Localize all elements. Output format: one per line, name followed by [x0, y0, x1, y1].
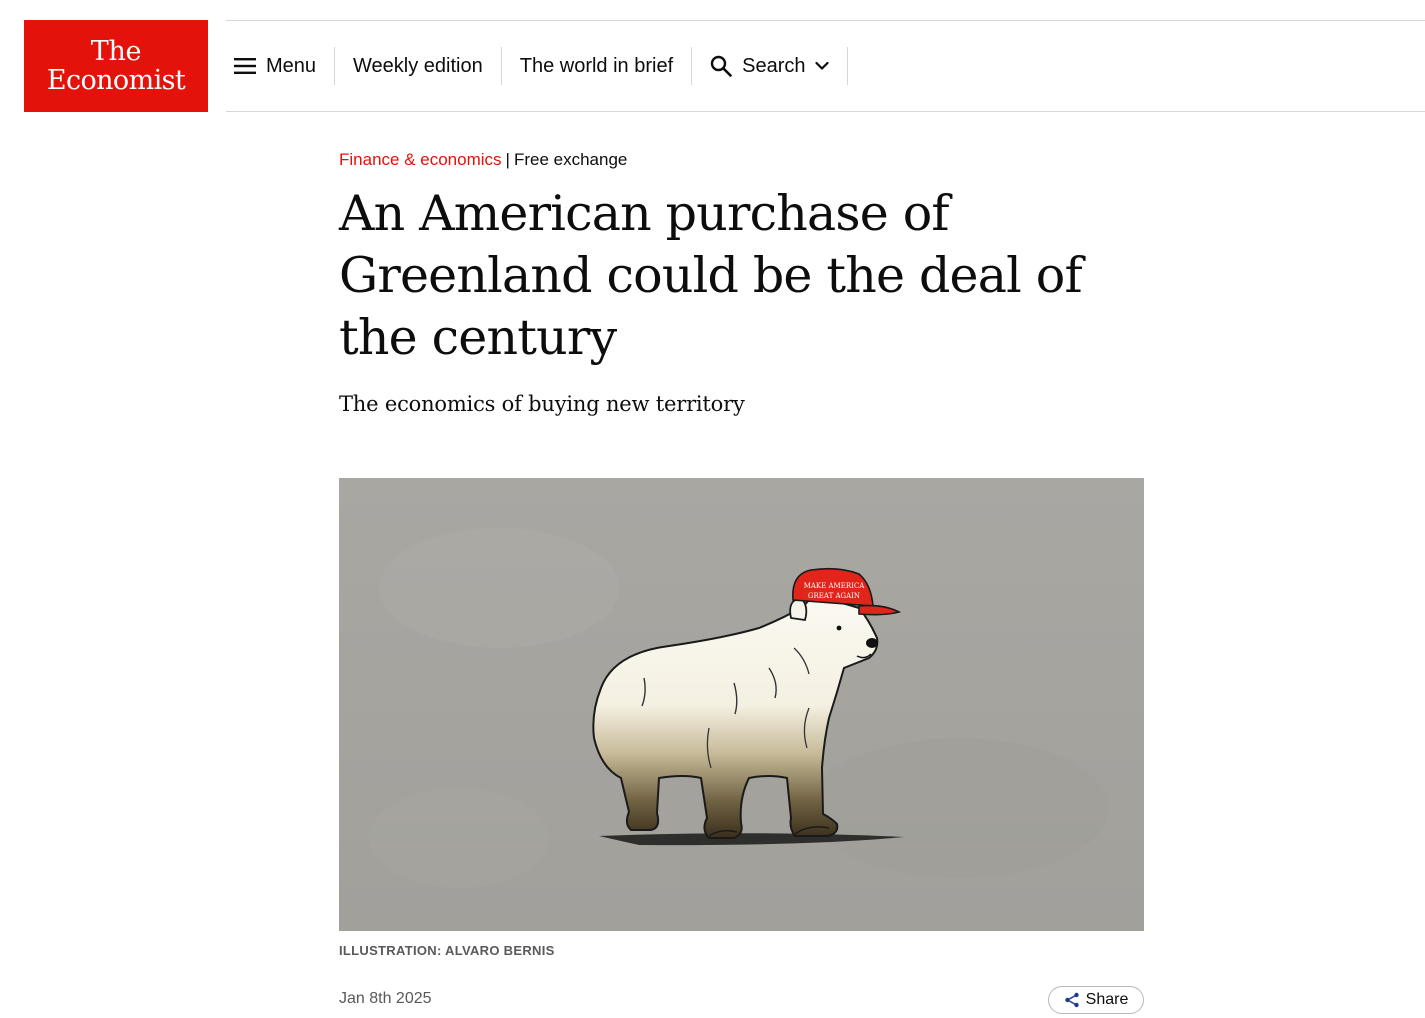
column-link[interactable]: Free exchange — [514, 150, 627, 169]
article-subheadline: The economics of buying new territory — [339, 392, 745, 416]
search-icon — [710, 55, 732, 77]
article-date: Jan 8th 2025 — [339, 990, 432, 1007]
world-in-brief-label: The world in brief — [519, 54, 674, 77]
hamburger-icon — [234, 58, 256, 74]
menu-button[interactable]: Menu — [226, 47, 336, 85]
share-label: Share — [1085, 991, 1129, 1008]
image-caption: ILLUSTRATION: ALVARO BERNIS — [339, 943, 555, 958]
logo-line-1: The — [90, 36, 142, 67]
section-link[interactable]: Finance & economics — [339, 150, 502, 169]
world-in-brief-link[interactable]: The world in brief — [502, 47, 693, 85]
top-navigation: Menu Weekly edition The world in brief S… — [226, 20, 1425, 112]
rubric-separator: | — [505, 150, 510, 169]
search-button[interactable]: Search — [692, 47, 848, 85]
search-label: Search — [742, 54, 806, 77]
chevron-down-icon — [814, 61, 829, 71]
lead-illustration: MAKE AMERICA GREAT AGAIN — [339, 478, 1144, 931]
logo-line-2: Economist — [46, 65, 186, 96]
weekly-edition-label: Weekly edition — [353, 54, 483, 77]
share-icon — [1064, 992, 1080, 1008]
article-rubric: Finance & economics | Free exchange — [339, 150, 627, 170]
share-button[interactable]: Share — [1048, 986, 1144, 1014]
cap-text-line-2: GREAT AGAIN — [808, 592, 860, 600]
article-headline: An American purchase of Greenland could … — [339, 185, 1083, 366]
economist-logo[interactable]: The Economist — [24, 20, 208, 112]
weekly-edition-link[interactable]: Weekly edition — [335, 47, 502, 85]
menu-label: Menu — [266, 54, 317, 77]
cap-text-line-1: MAKE AMERICA — [804, 582, 866, 590]
